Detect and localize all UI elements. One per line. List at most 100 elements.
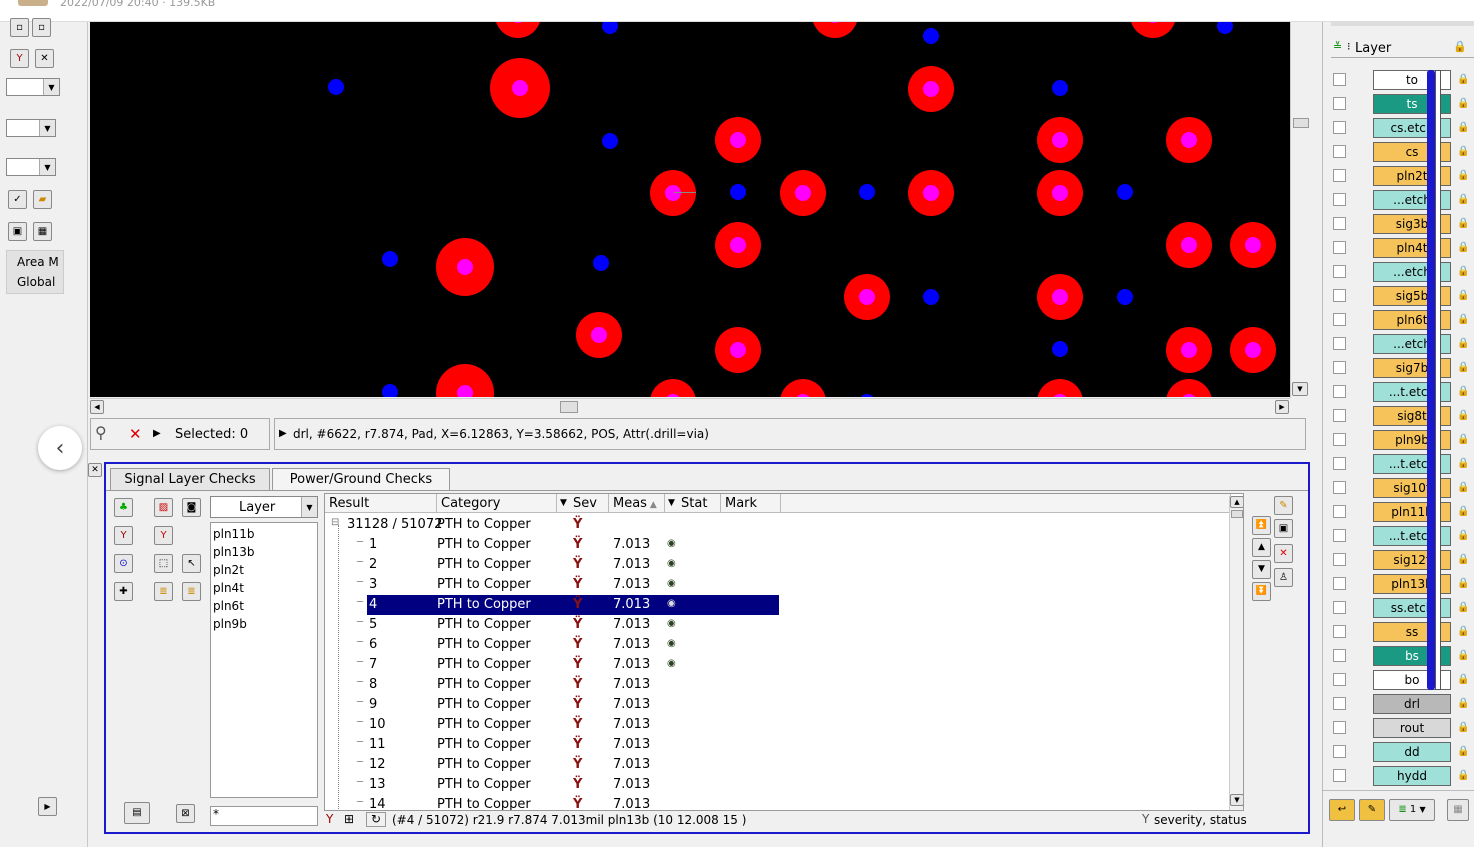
table-row[interactable]: ─ 7 PTH to Copper Ÿ 7.013 ◉ [325, 655, 781, 675]
move-top-icon[interactable]: ⏫ [1252, 516, 1271, 535]
table-row[interactable]: ─ 5 PTH to Copper Ÿ 7.013 ◉ [325, 615, 781, 635]
table-row[interactable]: ─ 11 PTH to Copper Ÿ 7.013 [325, 735, 781, 755]
lock-icon[interactable]: 🔒 [1457, 98, 1469, 110]
layer-list-item[interactable]: pln11b [213, 525, 317, 543]
layer-combo[interactable]: Layer ▼ [210, 496, 318, 518]
layers-edit-icon[interactable]: ≣ [182, 582, 201, 601]
layer-header[interactable]: Layer [1355, 41, 1391, 56]
delete-icon[interactable]: ✕ [1274, 544, 1293, 563]
scroll-left-icon[interactable]: ◀ [90, 400, 104, 414]
table-row[interactable]: ─ 8 PTH to Copper Ÿ 7.013 [325, 675, 781, 695]
toolbar-icon[interactable]: ▫ [10, 18, 29, 37]
pencil-icon[interactable]: ✎ [1274, 496, 1293, 515]
export-icon[interactable]: ▤ [124, 802, 150, 824]
tab-power-ground-checks[interactable]: Power/Ground Checks [272, 468, 450, 490]
layer-item[interactable]: dd [1373, 742, 1451, 762]
scroll-thumb[interactable] [560, 401, 578, 413]
lock-icon[interactable]: 🔒 [1457, 386, 1469, 398]
lock-icon[interactable]: 🔒 [1457, 266, 1469, 278]
scroll-thumb[interactable] [1293, 118, 1309, 128]
layer-edit-icon[interactable]: ✎ [1359, 799, 1385, 821]
scroll-down-icon[interactable]: ▼ [1292, 382, 1308, 396]
report-icon[interactable]: ▣ [1274, 519, 1293, 538]
scroll-up-icon[interactable]: ▲ [1230, 496, 1243, 508]
lock-icon[interactable]: 🔒 [1457, 770, 1469, 782]
lock-icon[interactable]: 🔒 [1457, 746, 1469, 758]
layer-list-item[interactable]: pln6t [213, 597, 317, 615]
lock-icon[interactable]: 🔒 [1457, 458, 1469, 470]
toolbar-icon[interactable]: ▫ [32, 18, 51, 37]
layer-visible-checkbox[interactable] [1333, 433, 1346, 446]
group-row[interactable]: ⊟ 31128 / 51072 PTH to Copper Ÿ [325, 515, 781, 535]
table-row[interactable]: ─ 1 PTH to Copper Ÿ 7.013 ◉ [325, 535, 781, 555]
lock-icon[interactable]: 🔒 [1457, 218, 1469, 230]
layer-visible-checkbox[interactable] [1333, 769, 1346, 782]
layer-visible-checkbox[interactable] [1333, 577, 1346, 590]
checklist-icon[interactable]: ✓ [8, 190, 27, 209]
lock-icon[interactable]: 🔒 [1453, 40, 1467, 53]
move-down-icon[interactable]: ▼ [1252, 560, 1271, 579]
copy-icon[interactable]: ▣ [8, 222, 27, 241]
close-icon[interactable]: ✕ [129, 425, 142, 443]
table-row[interactable]: ─ 10 PTH to Copper Ÿ 7.013 [325, 715, 781, 735]
layers-icon[interactable]: ≣ [154, 582, 173, 601]
tree-icon[interactable]: ⊞ [344, 812, 354, 826]
pcb-canvas[interactable] [90, 22, 1290, 397]
layer-visible-checkbox[interactable] [1333, 553, 1346, 566]
layer-visible-checkbox[interactable] [1333, 289, 1346, 302]
table-row[interactable]: ─ 6 PTH to Copper Ÿ 7.013 ◉ [325, 635, 781, 655]
collapse-icon[interactable]: ⊠ [176, 804, 195, 823]
layer-visible-checkbox[interactable] [1333, 193, 1346, 206]
layer-list[interactable]: pln11b pln13b pln2t pln4t pln6t pln9b [210, 522, 318, 798]
back-arrow-icon[interactable]: ‹ [38, 426, 82, 470]
table-row[interactable]: ─ 4 PTH to Copper Ÿ 7.013 ◉ [357, 595, 779, 615]
col-category[interactable]: Category [437, 494, 557, 513]
close-panel-icon[interactable]: ✕ [88, 463, 102, 477]
layer-visible-checkbox[interactable] [1333, 121, 1346, 134]
filter-input[interactable]: * [210, 806, 318, 826]
layer-nav-icon[interactable]: ↩ [1329, 799, 1355, 821]
layer-visible-checkbox[interactable] [1333, 217, 1346, 230]
lock-icon[interactable]: 🔒 [1457, 722, 1469, 734]
scroll-right-icon[interactable]: ▶ [38, 797, 57, 816]
table-row[interactable]: ─ 3 PTH to Copper Ÿ 7.013 ◉ [325, 575, 781, 595]
filter-icon[interactable]: Y [114, 526, 133, 545]
scroll-down-icon[interactable]: ▼ [1230, 794, 1243, 806]
lock-icon[interactable]: 🔒 [1457, 674, 1469, 686]
lock-icon[interactable]: 🔒 [1457, 314, 1469, 326]
layer-visible-checkbox[interactable] [1333, 721, 1346, 734]
layer-visible-checkbox[interactable] [1333, 385, 1346, 398]
select-box-icon[interactable]: ⬚ [154, 554, 173, 573]
lock-icon[interactable]: 🔒 [1457, 362, 1469, 374]
results-grid[interactable]: Result Category ▼ Sev Meas ▲ ▼ Stat Mark ⊟… [324, 493, 1244, 811]
layer-slider[interactable] [1427, 70, 1435, 690]
lock-icon[interactable]: 🔒 [1457, 650, 1469, 662]
layer-list-item[interactable]: pln2t [213, 561, 317, 579]
layer-visible-checkbox[interactable] [1333, 697, 1346, 710]
filter-icon[interactable]: Y [10, 49, 29, 68]
folder-icon[interactable]: ▰ [33, 190, 52, 209]
layer-visible-checkbox[interactable] [1333, 745, 1346, 758]
left-combo-1[interactable]: ▼ [6, 78, 60, 96]
layer-visible-checkbox[interactable] [1333, 313, 1346, 326]
lock-icon[interactable]: 🔒 [1457, 434, 1469, 446]
col-result[interactable]: Result [325, 494, 437, 513]
lock-icon[interactable]: 🔒 [1457, 146, 1469, 158]
lock-icon[interactable]: 🔒 [1457, 698, 1469, 710]
target-icon[interactable]: ⊙ [114, 554, 133, 573]
layer-visible-checkbox[interactable] [1333, 673, 1346, 686]
table-row[interactable]: ─ 14 PTH to Copper Ÿ 7.013 [325, 795, 781, 810]
filter-icon[interactable]: ⚲ [95, 423, 107, 442]
layer-visible-checkbox[interactable] [1333, 337, 1346, 350]
col-mark[interactable]: Mark [721, 494, 781, 513]
layer-count-combo[interactable]: ≣ 1 ▼ [1389, 799, 1435, 821]
grid-vscroll[interactable]: ▲ ▼ [1229, 496, 1243, 810]
move-up-icon[interactable]: ▲ [1252, 538, 1271, 557]
layer-item[interactable]: drl [1373, 694, 1451, 714]
chart-icon[interactable]: ▨ [154, 498, 173, 517]
table-row[interactable]: ─ 9 PTH to Copper Ÿ 7.013 [325, 695, 781, 715]
lock-icon[interactable]: 🔒 [1457, 290, 1469, 302]
add-icon[interactable]: ✚ [114, 582, 133, 601]
col-sev[interactable]: ▼ Sev [557, 494, 609, 513]
camera-icon[interactable]: ◙ [182, 498, 201, 517]
